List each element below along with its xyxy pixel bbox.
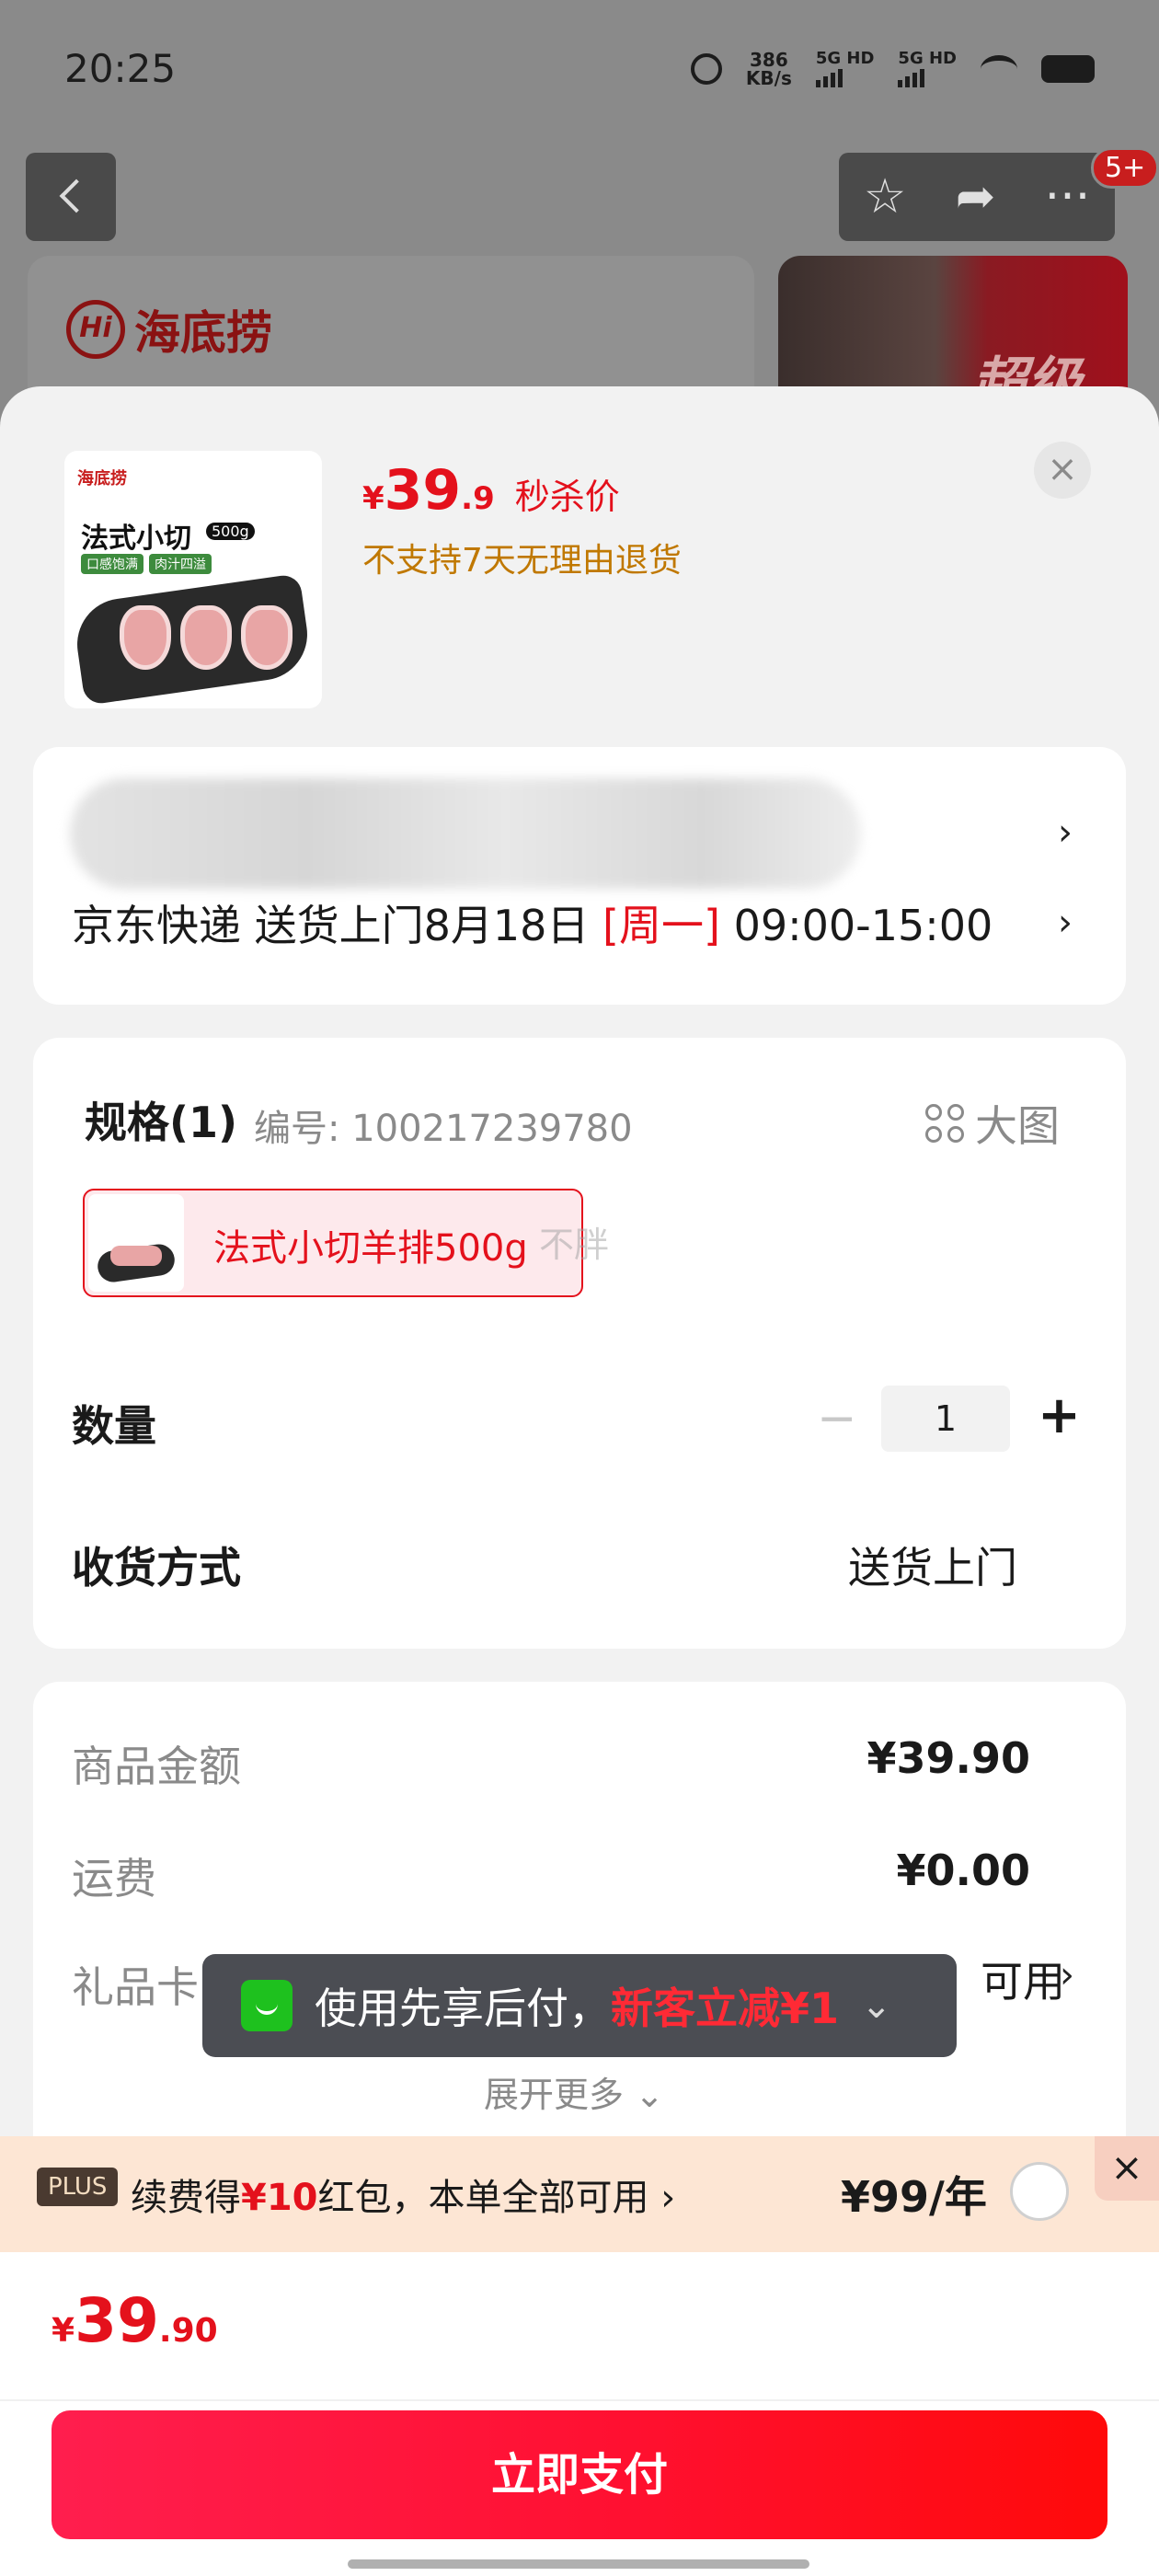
chevron-down-icon[interactable]: ⌄ [861,1984,892,2027]
star-icon[interactable]: ☆ [864,169,907,224]
chevron-right-icon[interactable]: › [1058,902,1073,944]
network-speed: 386 KB/s [745,49,792,89]
lamb-chop-image [180,605,232,670]
sim1-signal: 5G HD [815,51,875,87]
spec-title: 规格(1) [85,1098,238,1147]
brand-logo: Hi 海底捞 [66,296,272,362]
increase-button[interactable]: + [1038,1386,1081,1445]
delivery-info: 京东快递 送货上门8月18日 [周一] 09:00-15:00 [72,901,993,950]
cart-badge: 5+ [1091,147,1159,189]
return-policy-note: 不支持7天无理由退货 [362,542,682,580]
chevron-right-icon[interactable]: › [1060,1954,1074,1996]
address-card[interactable]: › 京东快递 送货上门8月18日 [周一] 09:00-15:00 › [33,747,1126,1005]
product-thumbnail[interactable]: 海底捞 法式小切 500g 口感饱满 肉汁四溢 [64,451,322,708]
shipping-method-value[interactable]: 送货上门 [848,1535,1017,1595]
address-blurred [70,778,861,889]
plus-badge: PLUS [37,2168,119,2206]
thumb-title: 法式小切 [81,523,191,555]
thumb-weight-tag: 500g [206,523,255,540]
total-price: ¥ 39 .90 [52,2285,218,2356]
lamb-chop-image [120,605,171,670]
thumb-chips: 口感饱满 肉汁四溢 [81,554,212,574]
signal-bars-icon [815,67,875,87]
battery-icon [1041,55,1095,83]
toast-text: 使用先享后付， [315,1984,611,2033]
more-icon[interactable]: ··· [1045,169,1091,224]
status-bar: 20:25 386 KB/s 5G HD 5G HD [0,0,1159,138]
thumb-brand: 海底捞 [77,469,127,489]
spec-option-label: 法式小切羊排500g [213,1227,528,1270]
spec-option-image [88,1194,184,1292]
giftcard-status: 可用 [981,1957,1065,2007]
purchase-sheet: 海底捞 法式小切 500g 口感饱满 肉汁四溢 ¥ 39 .9 秒杀价 不支持7… [0,386,1159,2576]
plus-radio-button[interactable] [1010,2162,1069,2221]
plus-price: ¥99/年 [841,2172,987,2222]
brand-name: 海底捞 [134,306,272,360]
top-actions: ☆ ➦ ··· [839,153,1115,241]
pay-area: 立即支付 [0,2399,1159,2576]
big-image-button[interactable]: 大图 [925,1093,1060,1154]
shopping-bag-icon [241,1980,293,2031]
brand-mark-icon: Hi [66,300,125,359]
expand-more-button[interactable]: 展开更多 ⌄ [484,2066,664,2117]
spec-card: 规格(1) 编号: 100217239780 大图 法式小切羊排500g 不胖 … [33,1038,1126,1649]
status-icons: 386 KB/s 5G HD 5G HD [690,49,1095,89]
product-header: 海底捞 法式小切 500g 口感饱满 肉汁四溢 ¥ 39 .9 秒杀价 不支持7… [0,386,1159,736]
quantity-input[interactable]: 1 [881,1386,1010,1452]
product-code: 编号: 100217239780 [254,1108,633,1150]
pay-later-toast[interactable]: 使用先享后付， 新客立减¥1 ⌄ [202,1954,957,2057]
background-page: 20:25 386 KB/s 5G HD 5G HD ☆ ➦ ··· 5+ Hi [0,0,1159,440]
lamb-chop-image [241,605,293,670]
product-price: ¥ 39 .9 秒杀价 [362,458,620,523]
freight-row: 运费 ¥0.00 [72,1846,1030,1903]
freight-amount: ¥0.00 [896,1846,1030,1895]
plus-offer-text: 续费得¥10红包，本单全部可用 › [131,2177,676,2219]
signal-bars-icon [898,67,957,87]
watermark-text: 不胖 [539,1225,610,1265]
shipping-method-label: 收货方式 [72,1543,241,1593]
toast-highlight: 新客立减¥1 [611,1984,840,2033]
plus-membership-bar[interactable]: PLUS 续费得¥10红包，本单全部可用 › ¥99/年 × [0,2136,1159,2252]
decrease-button[interactable]: − [817,1391,857,1446]
status-time: 20:25 [64,46,177,91]
share-icon[interactable]: ➦ [956,169,996,224]
sim2-signal: 5G HD [898,51,957,87]
goods-amount-row: 商品金额 ¥39.90 [72,1733,1030,1791]
delivery-weekday: [周一] [602,901,720,950]
pay-now-button[interactable]: 立即支付 [52,2410,1107,2539]
grid-icon [925,1104,964,1143]
goods-amount: ¥39.90 [866,1733,1030,1783]
close-icon[interactable]: × [1095,2136,1159,2201]
quantity-label: 数量 [72,1401,156,1451]
price-label: 秒杀价 [514,477,620,517]
chevron-right-icon[interactable]: › [1058,811,1073,854]
total-bar: ¥ 39 .90 [0,2252,1159,2399]
wifi-icon [981,55,1017,83]
home-indicator[interactable] [348,2559,809,2569]
spec-option-selected[interactable]: 法式小切羊排500g [83,1189,583,1297]
back-button[interactable] [26,153,116,241]
close-icon[interactable]: × [1034,442,1091,499]
alarm-icon [690,53,722,85]
